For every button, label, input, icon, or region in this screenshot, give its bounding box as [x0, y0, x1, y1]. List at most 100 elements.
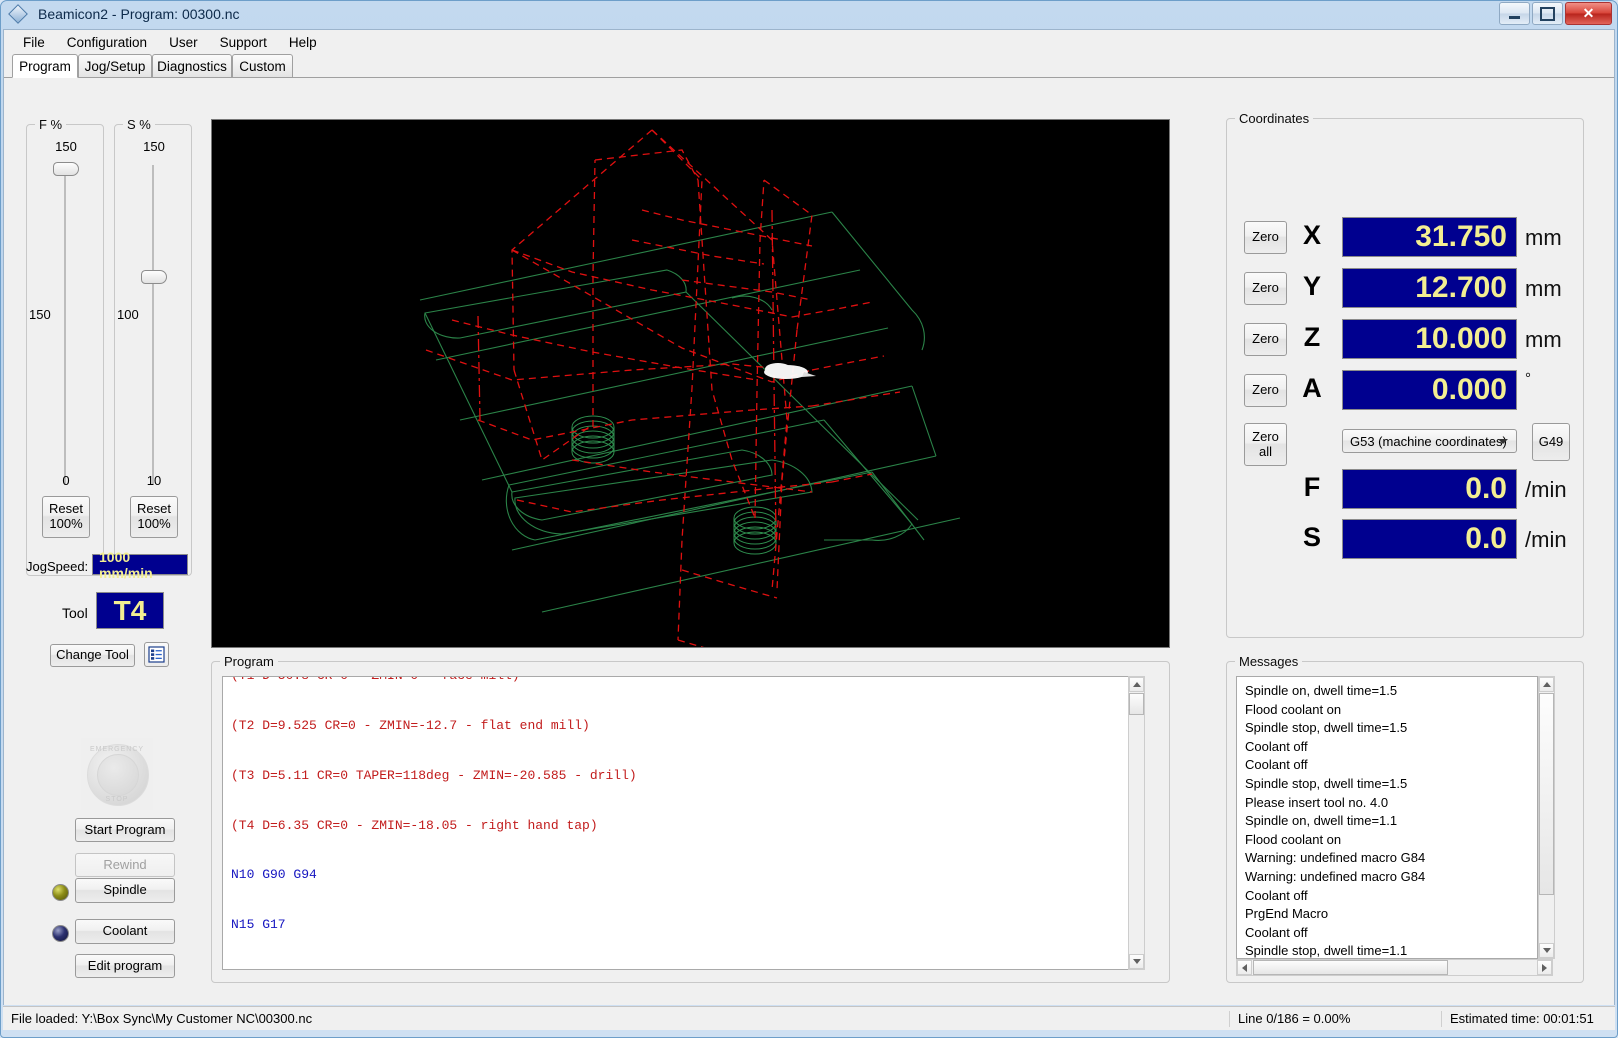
- menu-user[interactable]: User: [158, 32, 209, 53]
- program-group-title: Program: [220, 654, 278, 669]
- messages-scroll-down-button[interactable]: [1539, 943, 1554, 958]
- tool-label: Tool: [62, 605, 88, 621]
- feed-override-value-label: 150: [29, 307, 51, 322]
- tool-table-icon[interactable]: [144, 642, 169, 667]
- tab-custom[interactable]: Custom: [232, 54, 293, 78]
- coolant-status-led: [52, 925, 69, 942]
- minimize-button[interactable]: [1499, 2, 1530, 25]
- code-line: N15 G17: [231, 917, 286, 933]
- zero-all-line2: all: [1258, 443, 1272, 459]
- message-item: Spindle stop, dwell time=1.5: [1245, 720, 1408, 736]
- dro-a-value[interactable]: 0.000: [1342, 370, 1517, 410]
- message-item: Spindle stop, dwell time=1.5: [1245, 775, 1408, 791]
- tab-jog-setup[interactable]: Jog/Setup: [78, 54, 152, 78]
- code-line: (T1 D=50.8 CR=0 - ZMIN=0 - face mill): [231, 677, 1144, 685]
- zero-z-button[interactable]: Zero: [1244, 323, 1287, 356]
- program-scroll-up-button[interactable]: [1129, 677, 1144, 692]
- tab-strip: Program Jog/Setup Diagnostics Custom: [4, 54, 1614, 78]
- change-tool-button[interactable]: Change Tool: [50, 644, 135, 667]
- menu-configuration[interactable]: Configuration: [56, 32, 158, 53]
- wcs-select[interactable]: G53 (machine coordinates): [1342, 429, 1517, 453]
- jogspeed-value[interactable]: 1000 mm/min: [92, 549, 188, 581]
- program-scroll-down-button[interactable]: [1129, 954, 1144, 969]
- jogspeed-label: JogSpeed:: [26, 559, 89, 574]
- window-controls: ✕: [1499, 2, 1612, 25]
- menu-file[interactable]: File: [12, 32, 56, 53]
- menu-help[interactable]: Help: [278, 32, 328, 53]
- messages-horizontal-scrollbar[interactable]: [1236, 959, 1553, 976]
- dro-z-value[interactable]: 10.000: [1342, 319, 1517, 359]
- close-button[interactable]: ✕: [1565, 2, 1612, 25]
- tab-program[interactable]: Program: [12, 54, 78, 78]
- zero-a-button[interactable]: Zero: [1244, 374, 1287, 407]
- message-item: Flood coolant on: [1245, 831, 1342, 847]
- toolpath-viewport[interactable]: [211, 119, 1170, 648]
- messages-list[interactable]: Spindle on, dwell time=1.5 Flood coolant…: [1236, 676, 1538, 959]
- axis-label-a: A: [1302, 373, 1322, 403]
- wcs-selected-value: G53 (machine coordinates): [1350, 433, 1507, 449]
- dro-f-unit: /min: [1525, 477, 1567, 502]
- zero-y-button[interactable]: Zero: [1244, 272, 1287, 305]
- speed-override-min-label: 10: [146, 473, 162, 488]
- estop-text-bottom: STOP: [105, 796, 129, 803]
- speed-override-thumb[interactable]: [141, 270, 167, 284]
- chevron-down-icon: [1498, 439, 1508, 444]
- speed-override-track[interactable]: [152, 165, 154, 485]
- axis-label-y: Y: [1302, 271, 1321, 301]
- zero-all-line1: Zero: [1252, 428, 1279, 444]
- edit-program-button[interactable]: Edit program: [75, 954, 175, 978]
- coolant-button[interactable]: Coolant: [75, 919, 175, 944]
- messages-title: Messages: [1235, 654, 1303, 669]
- speed-override-reset-button[interactable]: Reset 100%: [130, 496, 178, 538]
- feed-override-reset-button[interactable]: Reset 100%: [42, 496, 90, 538]
- spindle-button[interactable]: Spindle: [75, 878, 175, 903]
- speed-reset-line2: 100%: [137, 516, 171, 531]
- messages-scroll-left-button[interactable]: [1237, 960, 1252, 975]
- window-title: Beamicon2 - Program: 00300.nc: [38, 6, 240, 22]
- code-line: (T4 D=6.35 CR=0 - ZMIN=-18.05 - right ha…: [231, 817, 598, 833]
- start-program-button[interactable]: Start Program: [75, 818, 175, 842]
- message-item: Coolant off: [1245, 738, 1308, 754]
- message-item: Please insert tool no. 4.0: [1245, 794, 1389, 810]
- messages-scroll-right-button[interactable]: [1537, 960, 1552, 975]
- speed-reset-line1: Reset: [137, 501, 171, 517]
- rewind-button[interactable]: Rewind: [75, 853, 175, 877]
- speed-override-max-label: 150: [143, 139, 165, 154]
- feed-override-group: F % 150 150 0 Reset 100%: [26, 117, 104, 576]
- title-bar: Beamicon2 - Program: 00300.nc ✕: [0, 0, 1618, 29]
- message-item: Spindle on, dwell time=1.1: [1245, 813, 1398, 829]
- feed-override-title: F %: [35, 117, 67, 132]
- dro-f-value: 0.0: [1342, 469, 1517, 509]
- feed-override-thumb[interactable]: [53, 162, 79, 176]
- tab-diagnostics[interactable]: Diagnostics: [152, 54, 232, 78]
- zero-all-button[interactable]: Zero all: [1244, 423, 1287, 466]
- tool-value[interactable]: T4: [96, 592, 164, 629]
- zero-x-button[interactable]: Zero: [1244, 221, 1287, 254]
- dro-x-value[interactable]: 31.750: [1342, 217, 1517, 257]
- message-item: Warning: undefined macro G84: [1245, 868, 1426, 884]
- messages-vertical-scrollbar[interactable]: [1538, 676, 1555, 959]
- dro-y-value[interactable]: 12.700: [1342, 268, 1517, 308]
- g49-button[interactable]: G49: [1532, 423, 1570, 461]
- menu-bar: File Configuration User Support Help: [4, 30, 1614, 54]
- feed-reset-line1: Reset: [49, 501, 83, 517]
- dro-y-unit: mm: [1525, 276, 1562, 301]
- messages-scroll-up-button[interactable]: [1539, 677, 1554, 692]
- program-vertical-scrollbar[interactable]: [1128, 676, 1145, 970]
- application-window: Beamicon2 - Program: 00300.nc ✕ File Con…: [0, 0, 1618, 1038]
- messages-hscroll-thumb[interactable]: [1253, 960, 1448, 975]
- feed-override-max-label: 150: [55, 139, 77, 154]
- maximize-button[interactable]: [1532, 2, 1563, 25]
- message-item: Coolant off: [1245, 757, 1308, 773]
- axis-label-s: S: [1302, 522, 1321, 552]
- menu-support[interactable]: Support: [209, 32, 278, 53]
- program-code-pane[interactable]: % (00300) (beamicon) (T1 D=50.8 CR=0 - Z…: [222, 676, 1145, 970]
- feed-override-min-label: 0: [62, 473, 70, 488]
- status-file-loaded: File loaded: Y:\Box Sync\My Customer NC\…: [11, 1011, 313, 1026]
- emergency-stop-button[interactable]: EMERGENCY STOP: [81, 738, 153, 810]
- message-item: Coolant off: [1245, 924, 1308, 940]
- program-scroll-thumb[interactable]: [1129, 693, 1144, 715]
- axis-label-z: Z: [1303, 322, 1321, 352]
- feed-override-track[interactable]: [64, 165, 66, 485]
- messages-scroll-thumb[interactable]: [1539, 693, 1554, 895]
